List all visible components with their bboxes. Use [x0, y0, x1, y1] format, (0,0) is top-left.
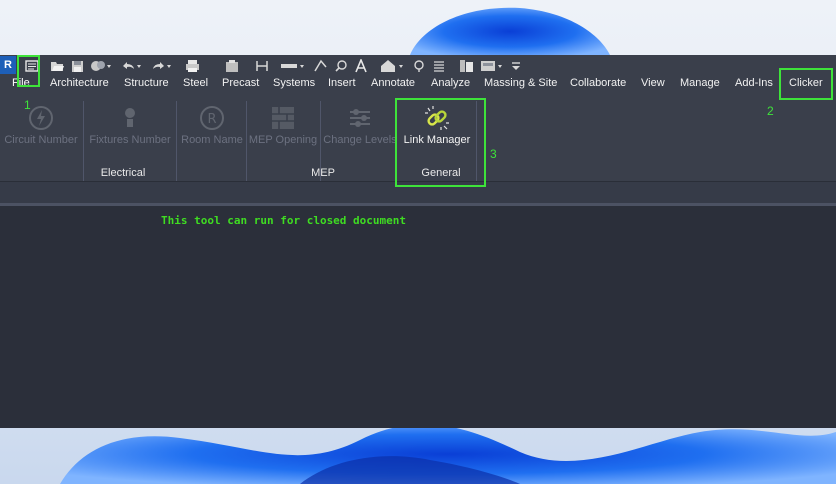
- panel-divider: [246, 101, 247, 181]
- detail-icon[interactable]: [334, 58, 348, 74]
- tab-manage[interactable]: Manage: [680, 77, 720, 97]
- change-levels-button[interactable]: Change Levels: [322, 97, 398, 163]
- measure-icon[interactable]: [254, 58, 270, 74]
- undo-icon[interactable]: [120, 58, 142, 74]
- tab-add-ins[interactable]: Add-Ins: [735, 77, 773, 97]
- room-icon: R: [200, 106, 224, 130]
- section-icon[interactable]: [412, 58, 426, 74]
- tag-icon[interactable]: [312, 58, 328, 74]
- revit-logo[interactable]: R: [0, 56, 16, 74]
- save-icon[interactable]: [70, 58, 84, 74]
- annotation-message: This tool can run for closed document: [161, 214, 407, 227]
- panel-title-electrical: Electrical: [100, 167, 146, 179]
- tab-systems[interactable]: Systems: [273, 77, 315, 97]
- circuit-number-button[interactable]: Circuit Number: [0, 97, 82, 163]
- fixtures-icon: [125, 108, 135, 127]
- marker-2: 2: [767, 104, 774, 118]
- tab-steel[interactable]: Steel: [183, 77, 208, 97]
- thin-lines-icon[interactable]: [432, 58, 446, 74]
- tab-structure[interactable]: Structure: [124, 77, 169, 97]
- home-view-icon[interactable]: [380, 58, 406, 74]
- redo-icon[interactable]: [150, 58, 172, 74]
- tab-view[interactable]: View: [641, 77, 665, 97]
- print-icon[interactable]: [184, 58, 200, 74]
- svg-text:R: R: [207, 112, 216, 127]
- fixtures-number-button[interactable]: Fixtures Number: [86, 97, 174, 163]
- tab-massing-site[interactable]: Massing & Site: [484, 77, 557, 97]
- customize-icon[interactable]: [510, 58, 522, 74]
- open-icon[interactable]: [49, 58, 65, 74]
- tab-collaborate[interactable]: Collaborate: [570, 77, 626, 97]
- mep-opening-label: MEP Opening: [248, 134, 318, 146]
- circuit-icon: [29, 106, 53, 130]
- dimension-icon[interactable]: [280, 58, 306, 74]
- highlight-box-3: [395, 98, 486, 187]
- close-inactive-icon[interactable]: [458, 58, 474, 74]
- text-icon[interactable]: [354, 58, 368, 74]
- quick-access-toolbar: R: [0, 55, 836, 77]
- opening-icon: [272, 107, 294, 129]
- highlight-box-2: [779, 68, 833, 100]
- panel-title-mep: MEP: [311, 167, 335, 179]
- tab-annotate[interactable]: Annotate: [371, 77, 415, 97]
- tab-architecture[interactable]: Architecture: [50, 77, 109, 97]
- options-bar-border: [0, 203, 836, 206]
- tab-insert[interactable]: Insert: [328, 77, 356, 97]
- room-name-label: Room Name: [181, 134, 243, 146]
- marker-3: 3: [490, 147, 497, 161]
- room-name-button[interactable]: R Room Name: [178, 97, 246, 163]
- mep-opening-button[interactable]: MEP Opening: [248, 97, 318, 163]
- tab-analyze[interactable]: Analyze: [431, 77, 470, 97]
- tab-precast[interactable]: Precast: [222, 77, 259, 97]
- highlight-box-1: [17, 55, 40, 87]
- sync-icon[interactable]: [90, 58, 112, 74]
- switch-windows-icon[interactable]: [480, 58, 506, 74]
- properties-icon[interactable]: [224, 58, 240, 74]
- levels-icon: [350, 109, 370, 127]
- circuit-number-label: Circuit Number: [4, 134, 78, 146]
- marker-1: 1: [24, 98, 31, 112]
- fixtures-number-label: Fixtures Number: [89, 134, 171, 146]
- change-levels-label: Change Levels: [323, 134, 397, 146]
